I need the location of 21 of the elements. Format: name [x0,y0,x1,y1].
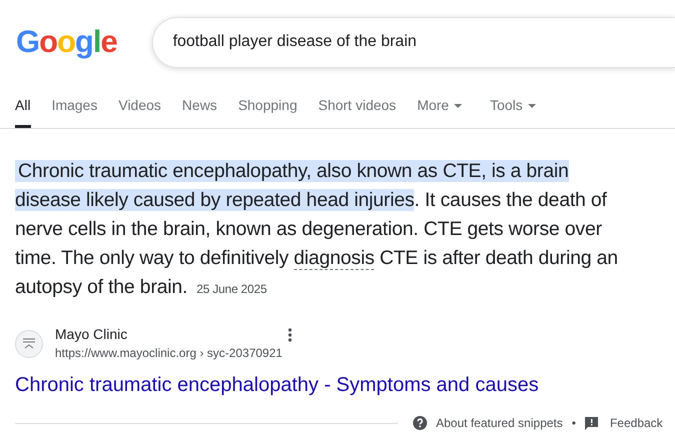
snippet-text: Chronic traumatic encephalopathy, also known as CTE, is a brain disease likely caused by repeated head injuries. It causes the death of nerve cells in the brain, known as degeneration. CTE gets worse over time. The only way to definitively diagnosis CTE is after death during an autopsy of the brain. 25 June 2025 [15,159,619,300]
about-snippets-link[interactable]: About featured snippets [436,414,563,432]
search-tab[interactable]: Images [52,95,98,128]
feedback-icon[interactable] [584,416,598,430]
help-icon[interactable] [413,416,427,430]
separator-dot: • [572,415,576,432]
feedback-link[interactable]: Feedback [610,414,663,432]
site-favicon [15,330,43,358]
site-url: https://www.mayoclinic.org › syc-20370921 [55,345,282,362]
search-tab[interactable]: Shopping [238,95,298,128]
more-options-icon[interactable] [288,328,292,342]
search-tab[interactable]: News [182,95,218,128]
search-tab[interactable]: Short videos [318,95,396,128]
search-field[interactable]: football player disease of the brain [152,16,675,68]
google-logo[interactable]: Google [15,22,118,62]
search-tab[interactable]: More [417,95,462,128]
result-title-link[interactable]: Chronic traumatic encephalopathy - Symptoms and causes [15,370,675,400]
site-name: Mayo Clinic [55,325,128,344]
search-tab[interactable]: All [15,95,31,128]
search-tab[interactable]: Videos [118,95,162,128]
search-tab[interactable]: Tools [490,95,536,128]
